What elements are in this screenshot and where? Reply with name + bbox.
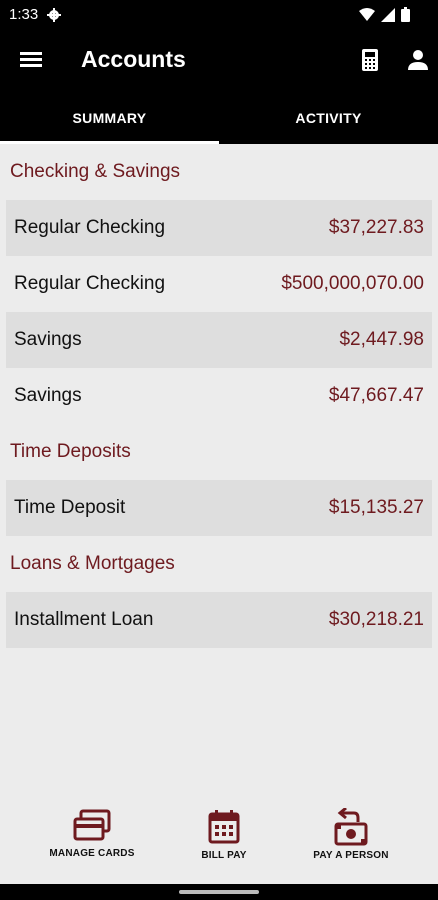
account-row[interactable]: Savings $47,667.47	[6, 368, 432, 424]
status-time: 1:33	[9, 6, 39, 23]
credit-card-icon	[73, 809, 111, 841]
account-name: Regular Checking	[14, 273, 166, 294]
profile-icon[interactable]	[404, 46, 432, 74]
account-amount: $47,667.47	[328, 385, 424, 406]
account-row[interactable]: Regular Checking $500,000,070.00	[6, 256, 432, 312]
section-title-time-deposits: Time Deposits	[10, 441, 131, 462]
bottom-nav: MANAGE CARDS BILL PAY PAY A PERSON	[0, 808, 438, 884]
section-title-loans-mortgages: Loans & Mortgages	[10, 553, 175, 574]
account-name: Regular Checking	[14, 217, 166, 238]
tab-summary[interactable]: SUMMARY	[0, 90, 219, 144]
bill-pay-button[interactable]: BILL PAY	[179, 808, 269, 861]
account-row[interactable]: Installment Loan $30,218.21	[6, 592, 432, 648]
account-row[interactable]: Time Deposit $15,135.27	[6, 480, 432, 536]
manage-cards-button[interactable]: MANAGE CARDS	[40, 808, 144, 859]
wifi-icon	[359, 7, 375, 21]
nav-label: MANAGE CARDS	[49, 848, 135, 859]
status-bar: 1:33	[0, 0, 438, 30]
menu-icon[interactable]	[14, 44, 50, 76]
account-name: Installment Loan	[14, 609, 154, 630]
account-amount: $30,218.21	[328, 609, 424, 630]
gesture-bar	[0, 884, 438, 900]
account-name: Time Deposit	[14, 497, 126, 518]
calendar-icon	[208, 810, 240, 844]
section-title-checking-savings: Checking & Savings	[10, 161, 181, 182]
tab-activity[interactable]: ACTIVITY	[219, 90, 438, 144]
nav-label: PAY A PERSON	[313, 850, 389, 861]
tab-bar: SUMMARY ACTIVITY	[0, 90, 438, 144]
account-name: Savings	[14, 329, 82, 350]
account-amount: $500,000,070.00	[281, 273, 424, 294]
money-transfer-icon	[334, 808, 368, 846]
calculator-icon[interactable]	[356, 46, 384, 74]
signal-icon	[381, 7, 395, 22]
page-title: Accounts	[81, 46, 186, 72]
pay-a-person-button[interactable]: PAY A PERSON	[304, 808, 398, 861]
app-bar: Accounts	[0, 30, 438, 90]
account-name: Savings	[14, 385, 82, 406]
settings-gear-icon	[47, 8, 61, 22]
account-row[interactable]: Savings $2,447.98	[6, 312, 432, 368]
account-row[interactable]: Regular Checking $37,227.83	[6, 200, 432, 256]
account-amount: $37,227.83	[328, 217, 424, 238]
home-gesture-handle[interactable]	[179, 890, 259, 894]
account-amount: $2,447.98	[339, 329, 424, 350]
accounts-list: Checking & Savings Regular Checking $37,…	[0, 144, 438, 648]
nav-label: BILL PAY	[201, 850, 247, 861]
account-amount: $15,135.27	[328, 497, 424, 518]
battery-icon	[401, 7, 410, 22]
